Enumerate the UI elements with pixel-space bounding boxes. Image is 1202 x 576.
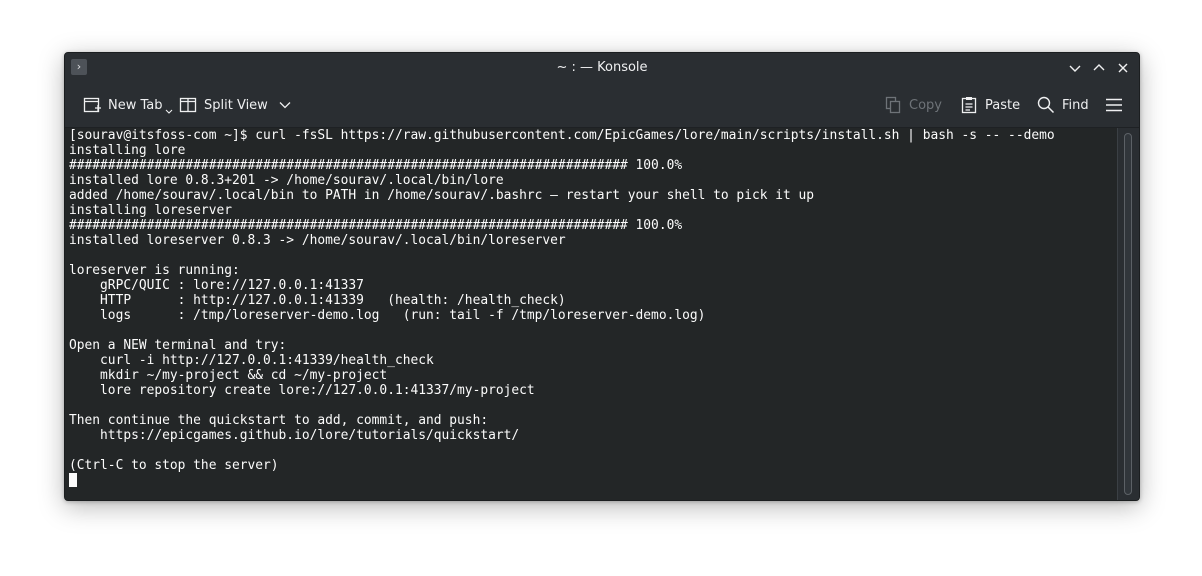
terminal-area[interactable]: [sourav@itsfoss-com ~]$ curl -fsSL https… <box>65 128 1118 500</box>
chevron-down-icon[interactable] <box>278 98 292 112</box>
title-bar[interactable]: › ~ : — Konsole <box>65 53 1139 83</box>
split-view-button[interactable]: Split View <box>178 94 292 116</box>
terminal-line: lore repository create lore://127.0.0.1:… <box>69 383 535 398</box>
find-label: Find <box>1062 97 1089 113</box>
terminal-line: loreserver is running: <box>69 263 240 278</box>
konsole-window: › ~ : — Konsole New Tab Split View Copy … <box>64 52 1140 501</box>
terminal-line: curl -i http://127.0.0.1:41339/health_ch… <box>69 353 434 368</box>
terminal-output: [sourav@itsfoss-com ~]$ curl -fsSL https… <box>69 128 1055 489</box>
copy-icon <box>885 96 901 114</box>
terminal-line: added /home/sourav/.local/bin to PATH in… <box>69 188 815 203</box>
terminal-line: Then continue the quickstart to add, com… <box>69 413 489 428</box>
scrollbar-thumb[interactable] <box>1124 133 1132 495</box>
paste-label: Paste <box>985 97 1021 113</box>
terminal-cursor <box>69 473 77 487</box>
chevron-down-icon <box>165 109 172 114</box>
new-tab-button[interactable]: New Tab <box>82 94 173 116</box>
terminal-line: installed loreserver 0.8.3 -> /home/sour… <box>69 233 566 248</box>
split-view-icon <box>179 97 197 113</box>
split-view-label: Split View <box>204 97 268 113</box>
terminal-line: ########################################… <box>69 218 683 233</box>
chevron-up-icon <box>1093 64 1105 71</box>
copy-label: Copy <box>909 97 942 113</box>
search-icon <box>1037 96 1055 114</box>
scrollbar[interactable] <box>1118 128 1139 500</box>
chevron-down-icon <box>1069 65 1081 72</box>
new-tab-label: New Tab <box>108 97 163 113</box>
terminal-line: (Ctrl-C to stop the server) <box>69 458 279 473</box>
hamburger-menu-icon <box>1106 98 1122 112</box>
find-button[interactable]: Find <box>1036 94 1089 116</box>
close-icon <box>1118 63 1128 73</box>
terminal-line: https://epicgames.github.io/lore/tutoria… <box>69 428 520 443</box>
terminal-line: HTTP : http://127.0.0.1:41339 (health: /… <box>69 293 566 308</box>
minimize-button[interactable] <box>1065 58 1085 78</box>
terminal-line: Open a NEW terminal and try: <box>69 338 287 353</box>
terminal-line: installing loreserver <box>69 203 232 218</box>
main-menu-button[interactable] <box>1104 94 1124 116</box>
window-title: ~ : — Konsole <box>556 60 648 75</box>
terminal-line: mkdir ~/my-project && cd ~/my-project <box>69 368 388 383</box>
terminal-line: ########################################… <box>69 158 683 173</box>
new-tab-icon <box>83 97 101 113</box>
terminal-line: logs : /tmp/loreserver-demo.log (run: ta… <box>69 308 706 323</box>
paste-button[interactable]: Paste <box>959 94 1020 116</box>
paste-icon <box>961 97 977 114</box>
maximize-button[interactable] <box>1089 58 1109 78</box>
close-button[interactable] <box>1113 58 1133 78</box>
terminal-line: [sourav@itsfoss-com ~]$ curl -fsSL https… <box>69 128 1055 143</box>
copy-button[interactable]: Copy <box>883 94 942 116</box>
terminal-line: gRPC/QUIC : lore://127.0.0.1:41337 <box>69 278 364 293</box>
toolbar: New Tab Split View Copy Paste Find <box>65 83 1139 128</box>
terminal-line: installed lore 0.8.3+201 -> /home/sourav… <box>69 173 504 188</box>
terminal-line: installing lore <box>69 143 186 158</box>
